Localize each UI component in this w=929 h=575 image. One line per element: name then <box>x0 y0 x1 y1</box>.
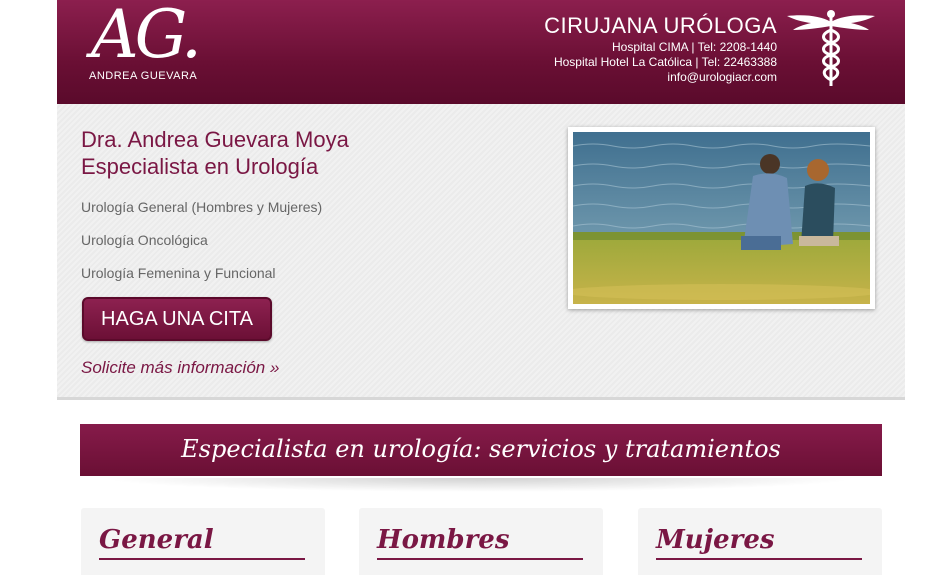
services-banner: Especialista en urología: servicios y tr… <box>80 424 882 476</box>
more-info-link[interactable]: Solicite más información » <box>81 358 279 378</box>
hero-section: Dra. Andrea Guevara Moya Especialista en… <box>57 104 905 400</box>
card-title: Hombres <box>377 522 583 560</box>
header-title: CIRUJANA URÓLOGA <box>544 13 777 38</box>
header-hospital-cima: Hospital CIMA | Tel: 2208-1440 <box>612 40 777 54</box>
service-item: Urología Oncológica <box>81 232 208 248</box>
logo-name: ANDREA GUEVARA <box>89 70 198 82</box>
caduceus-icon <box>787 10 875 86</box>
header-email[interactable]: info@urologiacr.com <box>544 70 777 85</box>
logo[interactable]: AG. ANDREA GUEVARA <box>87 2 227 96</box>
page-title: Dra. Andrea Guevara Moya Especialista en… <box>81 126 349 180</box>
logo-monogram: AG. <box>91 0 202 73</box>
header-contact: CIRUJANA URÓLOGA Hospital CIMA | Tel: 22… <box>544 12 777 85</box>
card-hombres[interactable]: Hombres <box>359 508 603 575</box>
couple-by-lake-image <box>573 132 870 304</box>
card-general[interactable]: General <box>81 508 325 575</box>
service-item: Urología Femenina y Funcional <box>81 265 276 281</box>
book-appointment-button[interactable]: HAGA UNA CITA <box>82 297 272 341</box>
card-mujeres[interactable]: Mujeres <box>638 508 882 575</box>
hero-photo <box>568 127 875 309</box>
site-header: AG. ANDREA GUEVARA CIRUJANA URÓLOGA Hosp… <box>57 0 905 104</box>
header-hospital-catolica: Hospital Hotel La Católica | Tel: 224633… <box>553 55 777 69</box>
card-title: General <box>99 522 305 560</box>
doctor-specialty: Especialista en Urología <box>81 154 319 179</box>
card-title: Mujeres <box>656 522 862 560</box>
service-item: Urología General (Hombres y Mujeres) <box>81 199 323 215</box>
doctor-name: Dra. Andrea Guevara Moya <box>81 127 349 152</box>
banner-shadow <box>100 478 860 492</box>
